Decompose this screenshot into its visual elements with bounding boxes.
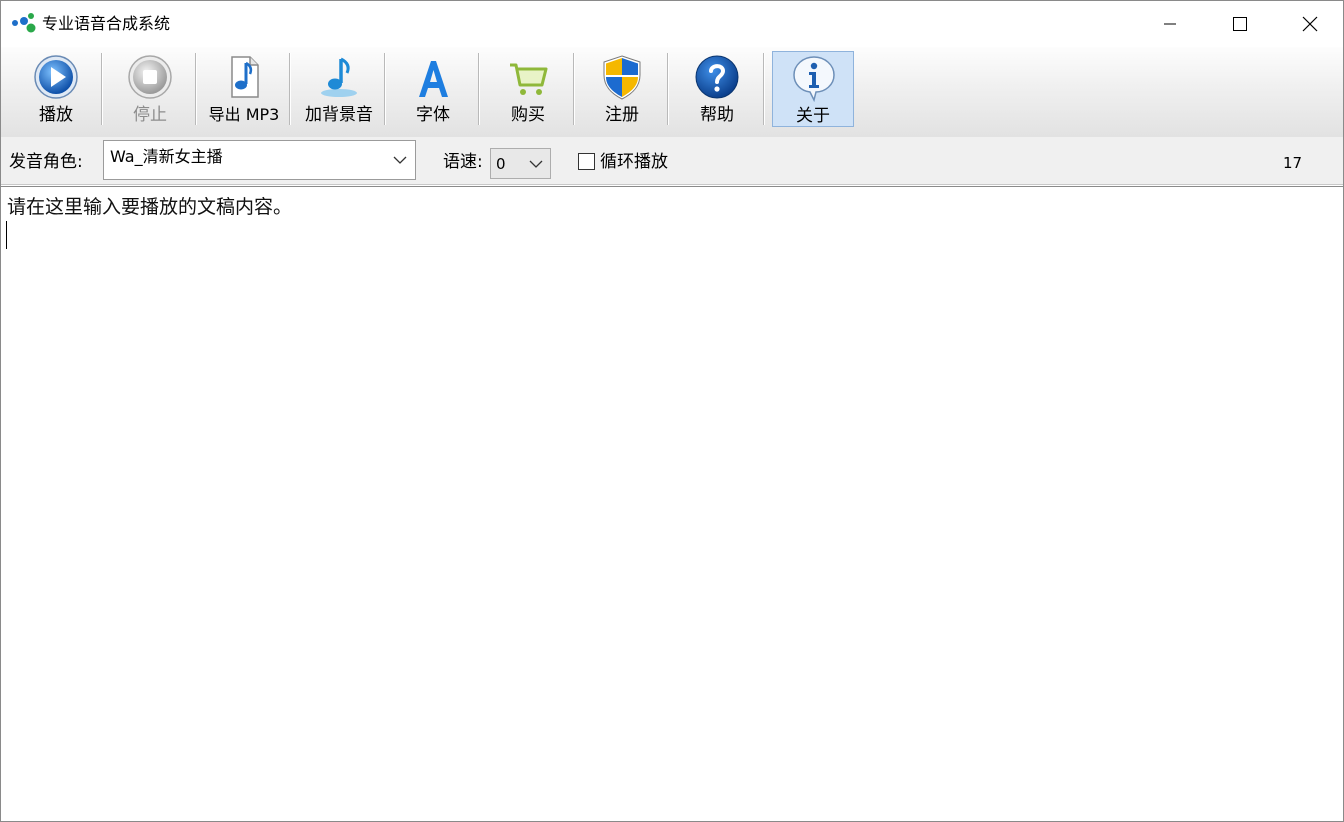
- voice-role-value: Wa_清新女主播: [110, 147, 223, 166]
- speed-label: 语速:: [443, 152, 483, 172]
- add-background-music-label: 加背景音: [305, 105, 373, 125]
- close-icon: [1302, 16, 1318, 32]
- speed-value: 0: [496, 155, 506, 173]
- text-editor[interactable]: 请在这里输入要播放的文稿内容。: [1, 186, 1343, 821]
- add-background-music-button[interactable]: 加背景音: [298, 51, 380, 127]
- window-title: 专业语音合成系统: [42, 14, 171, 33]
- font-button[interactable]: 字体: [392, 51, 474, 127]
- title-bar: 专业语音合成系统: [1, 1, 1343, 47]
- about-button[interactable]: 关于: [772, 51, 854, 127]
- help-label: 帮助: [700, 105, 734, 125]
- play-label: 播放: [39, 105, 73, 125]
- stop-icon: [128, 55, 172, 99]
- about-label: 关于: [796, 106, 830, 126]
- stop-button[interactable]: 停止: [109, 51, 191, 127]
- voice-role-label: 发音角色:: [9, 152, 83, 172]
- close-button[interactable]: [1275, 1, 1344, 47]
- toolbar-divider: [289, 53, 291, 125]
- app-window: 专业语音合成系统 播放 停止 导出 MP3 加背景音 字体 购买 注册 帮助 关…: [0, 0, 1344, 822]
- toolbar-divider: [763, 53, 765, 125]
- font-icon: [419, 61, 448, 97]
- export-mp3-button[interactable]: 导出 MP3: [203, 51, 285, 127]
- toolbar-divider: [195, 53, 197, 125]
- minimize-button[interactable]: [1135, 1, 1205, 47]
- app-logo-icon: [12, 13, 36, 33]
- loop-play-label[interactable]: 循环播放: [600, 151, 668, 173]
- character-count: 17: [1283, 154, 1303, 172]
- music-note-icon: [321, 57, 357, 97]
- chevron-down-icon: [529, 160, 543, 168]
- chevron-down-icon: [393, 156, 407, 164]
- main-toolbar: 播放 停止 导出 MP3 加背景音 字体 购买 注册 帮助 关于: [1, 47, 1343, 137]
- stop-label: 停止: [133, 105, 167, 125]
- register-label: 注册: [605, 105, 639, 125]
- toolbar-divider: [667, 53, 669, 125]
- voice-role-select[interactable]: Wa_清新女主播: [103, 140, 416, 180]
- toolbar-divider: [573, 53, 575, 125]
- loop-play-checkbox[interactable]: [578, 153, 595, 170]
- play-button[interactable]: 播放: [15, 51, 97, 127]
- toolbar-divider: [101, 53, 103, 125]
- info-icon: [793, 56, 835, 102]
- shopping-cart-icon: [510, 63, 548, 95]
- speed-select[interactable]: 0: [490, 148, 551, 179]
- help-question-icon: [695, 55, 739, 99]
- maximize-icon: [1233, 17, 1247, 31]
- register-button[interactable]: 注册: [581, 51, 663, 127]
- maximize-button[interactable]: [1205, 1, 1275, 47]
- font-label: 字体: [416, 105, 450, 125]
- toolbar-divider: [384, 53, 386, 125]
- minimize-icon: [1164, 23, 1176, 25]
- toolbar-divider: [478, 53, 480, 125]
- shield-icon: [603, 55, 641, 100]
- text-caret: [6, 221, 7, 249]
- export-mp3-label: 导出 MP3: [208, 105, 280, 124]
- buy-button[interactable]: 购买: [487, 51, 569, 127]
- options-bar: 发音角色: Wa_清新女主播 语速: 0 循环播放 17: [1, 137, 1343, 185]
- help-button[interactable]: 帮助: [676, 51, 758, 127]
- play-icon: [34, 55, 78, 99]
- music-file-icon: [231, 56, 259, 98]
- editor-content: 请在这里输入要播放的文稿内容。: [7, 196, 293, 218]
- buy-label: 购买: [511, 105, 545, 125]
